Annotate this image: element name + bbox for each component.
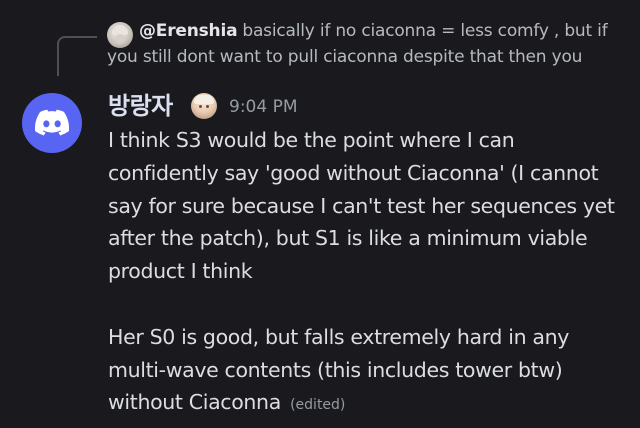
username[interactable]: 방랑자 bbox=[108, 88, 173, 124]
edited-label: (edited) bbox=[290, 397, 346, 414]
reply-text[interactable]: @Erenshia basically if no ciaconna = less… bbox=[107, 18, 629, 70]
message-paragraph-2: Her S0 is good, but falls extremely hard… bbox=[108, 321, 628, 422]
reply-author-name[interactable]: @Erenshia bbox=[139, 21, 238, 41]
character-badge-icon bbox=[191, 93, 217, 119]
discord-logo-icon bbox=[35, 109, 69, 136]
user-avatar[interactable] bbox=[22, 93, 82, 153]
reply-content-line2: you still dont want to pull ciaconna des… bbox=[107, 47, 583, 67]
chat-message: @Erenshia basically if no ciaconna = less… bbox=[0, 0, 640, 428]
reply-content-line1: basically if no ciaconna = less comfy , … bbox=[242, 21, 608, 41]
reply-spine bbox=[57, 36, 97, 76]
message-body: I think S3 would be the point where I ca… bbox=[108, 124, 628, 422]
message-paragraph-1: I think S3 would be the point where I ca… bbox=[108, 128, 615, 284]
timestamp[interactable]: 9:04 PM bbox=[229, 95, 298, 119]
